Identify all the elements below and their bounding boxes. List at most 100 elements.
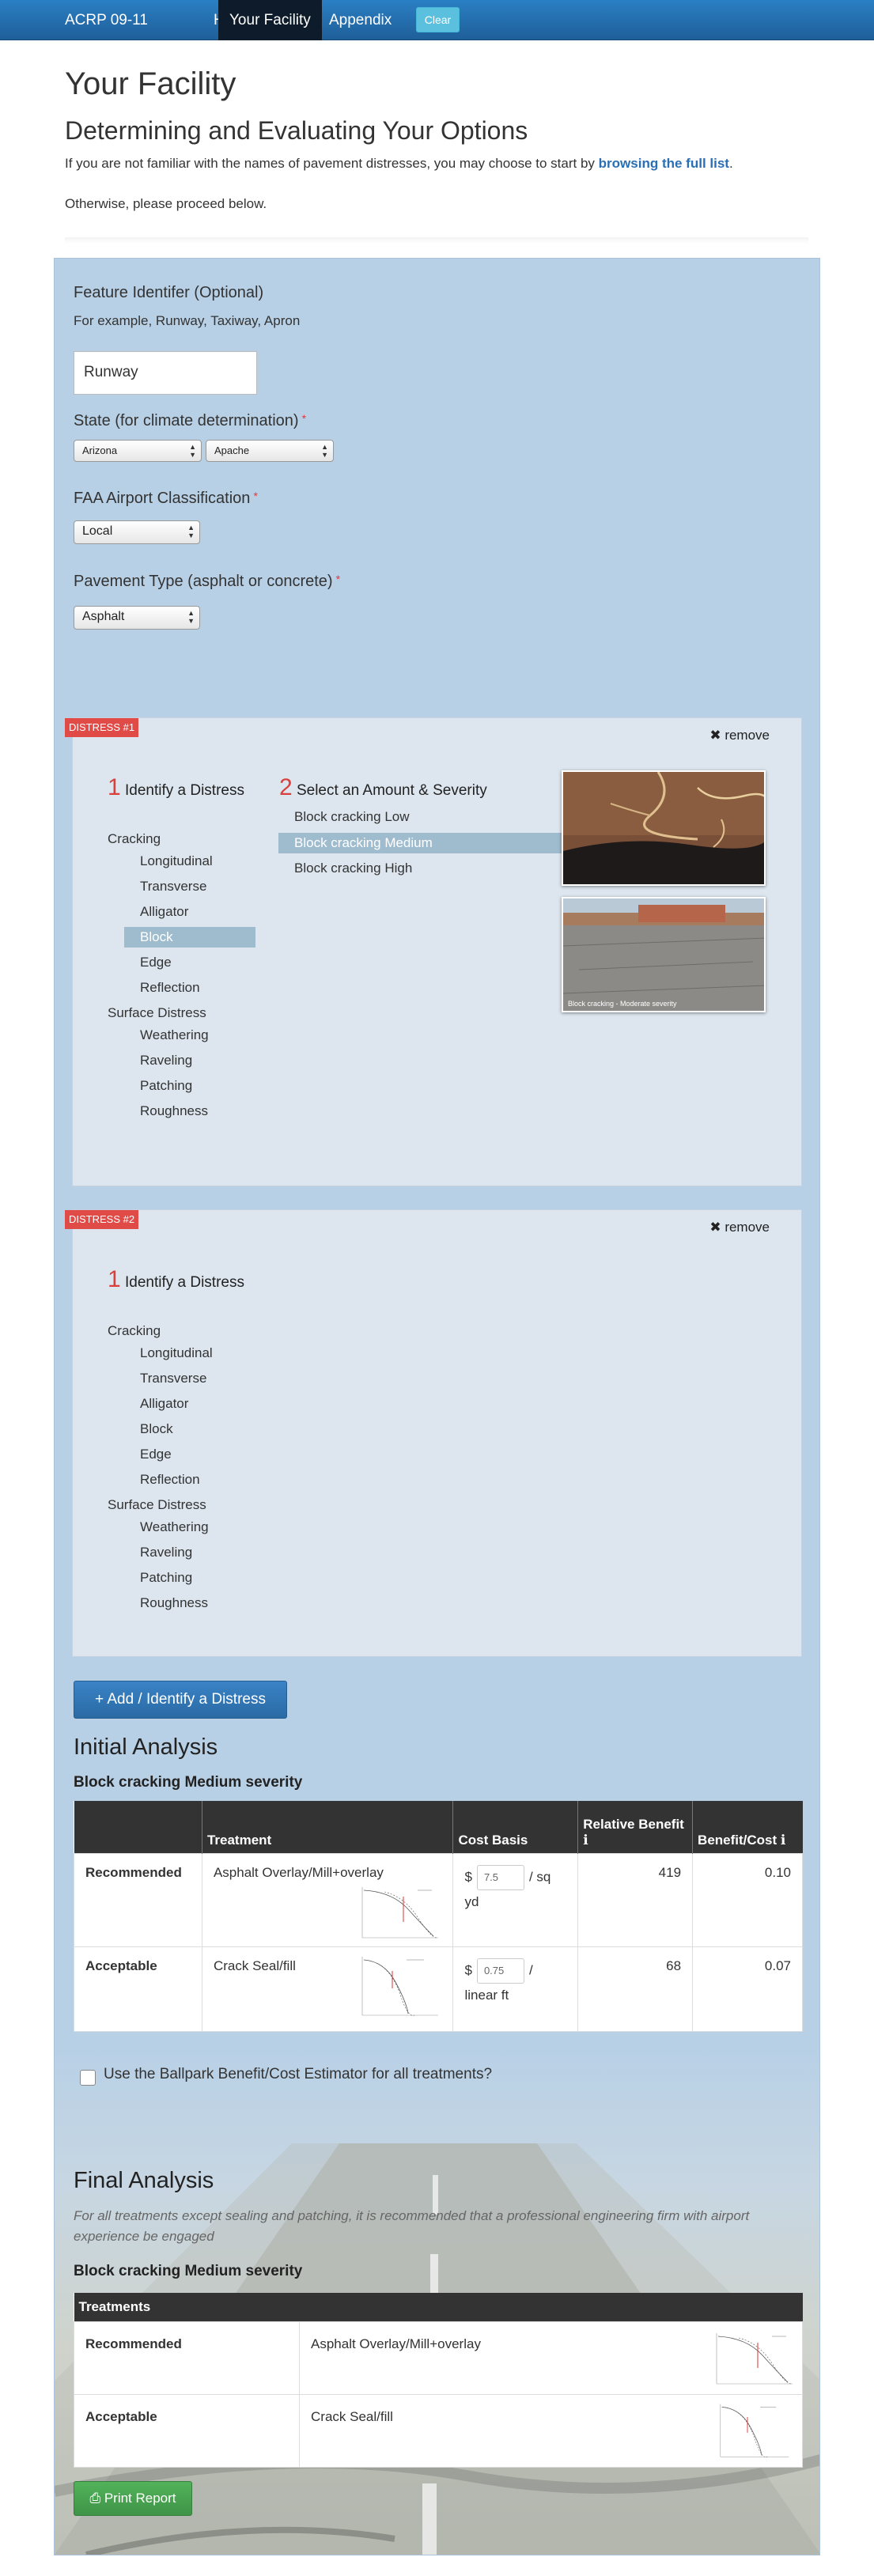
distress-raveling[interactable]: Raveling xyxy=(140,1542,192,1563)
row-level: Recommended xyxy=(74,1852,202,1947)
row-level: Acceptable xyxy=(74,1946,202,2032)
page-subtitle: Determining and Evaluating Your Options xyxy=(65,116,528,145)
table-row: Recommended Asphalt Overlay/Mill+overlay… xyxy=(74,1852,803,1947)
nav-your-facility[interactable]: Your Facility xyxy=(218,0,322,40)
faa-label: FAA Airport Classification * xyxy=(74,490,258,507)
browse-list-link[interactable]: browsing the full list xyxy=(599,156,729,171)
severity-high[interactable]: Block cracking High xyxy=(278,858,412,879)
county-select[interactable]: Apache ▲ ▼ xyxy=(206,440,334,462)
distress-reflection[interactable]: Reflection xyxy=(140,1470,200,1490)
cost-input[interactable]: 7.5 xyxy=(476,1864,524,1890)
final-analysis-table: Treatments Recommended Asphalt Overlay/M… xyxy=(74,2293,803,2468)
info-icon[interactable]: ℹ xyxy=(583,1833,588,1848)
severity-low[interactable]: Block cracking Low xyxy=(278,807,410,827)
distress-weathering[interactable]: Weathering xyxy=(140,1025,209,1046)
faa-select[interactable]: Local ▲ ▼ xyxy=(74,520,200,544)
col-header-level xyxy=(74,1801,202,1853)
divider xyxy=(65,237,808,244)
engineering-note: For all treatments except sealing and pa… xyxy=(74,2208,750,2244)
distress-patching[interactable]: Patching xyxy=(140,1076,192,1096)
required-mark: * xyxy=(301,412,307,425)
treatment-curve-chart[interactable] xyxy=(361,1955,440,2018)
close-icon: ✖ xyxy=(709,1220,721,1235)
category-cracking[interactable]: Cracking xyxy=(108,1321,161,1341)
row-ratio: 0.07 xyxy=(692,1946,803,2032)
photo-caption: Block cracking - Moderate severity xyxy=(568,1000,677,1008)
distress-roughness[interactable]: Roughness xyxy=(140,1593,208,1613)
close-icon: ✖ xyxy=(709,728,721,743)
remove-distress-button[interactable]: ✖ remove xyxy=(709,1220,770,1235)
category-cracking[interactable]: Cracking xyxy=(108,829,161,849)
final-analysis-title: Final Analysis xyxy=(74,2168,214,2193)
top-navbar: ACRP 09-11 Home Your Facility Appendix C… xyxy=(0,0,874,40)
distress-weathering[interactable]: Weathering xyxy=(140,1517,209,1538)
state-label: State (for climate determination) * xyxy=(74,412,307,429)
select-arrows-icon: ▲ ▼ xyxy=(189,443,196,459)
severity-medium[interactable]: Block cracking Medium xyxy=(278,833,585,853)
distress-alligator[interactable]: Alligator xyxy=(140,1394,188,1414)
nav-appendix[interactable]: Appendix xyxy=(318,0,403,40)
ballpark-label: Use the Ballpark Benefit/Cost Estimator … xyxy=(104,2066,493,2082)
category-surface-distress[interactable]: Surface Distress xyxy=(108,1003,206,1023)
row-cost: $0.75/ linear ft xyxy=(452,1946,579,2032)
distress-transverse[interactable]: Transverse xyxy=(140,876,206,897)
col-header-cost: Cost Basis xyxy=(452,1801,579,1853)
row-treatment: Crack Seal/fill xyxy=(201,1946,454,2032)
distress-block[interactable]: Block xyxy=(124,927,255,948)
page-title: Your Facility xyxy=(65,66,236,101)
select-arrows-icon: ▲ ▼ xyxy=(187,609,195,625)
distress-raveling[interactable]: Raveling xyxy=(140,1050,192,1071)
distress-edge[interactable]: Edge xyxy=(140,1444,172,1465)
distress-photo-wide[interactable]: Block cracking - Moderate severity xyxy=(562,897,766,1012)
treatment-curve-chart[interactable] xyxy=(715,2403,794,2460)
col-header-treatment: Treatment xyxy=(202,1801,454,1853)
treatment-curve-chart[interactable] xyxy=(361,1886,440,1941)
add-distress-button[interactable]: + Add / Identify a Distress xyxy=(74,1681,287,1719)
cost-input[interactable]: 0.75 xyxy=(476,1958,524,1984)
distress-longitudinal[interactable]: Longitudinal xyxy=(140,1343,213,1364)
distress-block[interactable]: Block xyxy=(140,1419,173,1439)
category-surface-distress[interactable]: Surface Distress xyxy=(108,1495,206,1515)
distress-longitudinal[interactable]: Longitudinal xyxy=(140,851,213,872)
proceed-text: Otherwise, please proceed below. xyxy=(65,196,267,211)
feature-input[interactable]: Runway xyxy=(74,351,257,395)
intro-text: If you are not familiar with the names o… xyxy=(65,156,733,171)
distress-patching[interactable]: Patching xyxy=(140,1568,192,1588)
required-mark: * xyxy=(253,490,258,502)
distress-transverse[interactable]: Transverse xyxy=(140,1368,206,1389)
table-row: Acceptable Crack Seal/fill $0.75/ linear… xyxy=(74,1946,803,2032)
remove-distress-button[interactable]: ✖ remove xyxy=(709,728,770,743)
distress-roughness[interactable]: Roughness xyxy=(140,1101,208,1122)
row-level: Acceptable xyxy=(74,2393,300,2468)
info-icon[interactable]: ℹ xyxy=(781,1833,785,1848)
distress-card-1: DISTRESS #1 ✖ remove 1 Identify a Distre… xyxy=(65,717,802,1186)
row-benefit: 68 xyxy=(577,1946,694,2032)
distress-photo-closeup[interactable] xyxy=(562,770,766,886)
row-cost: $7.5/ sq yd xyxy=(452,1852,579,1947)
col-header-benefit: Relative Benefit ℹ xyxy=(577,1801,694,1853)
distress-card-2: DISTRESS #2 ✖ remove 1 Identify a Distre… xyxy=(65,1209,802,1657)
pavement-select[interactable]: Asphalt ▲ ▼ xyxy=(74,606,200,630)
initial-analysis-subtitle: Block cracking Medium severity xyxy=(74,1774,303,1791)
row-ratio: 0.10 xyxy=(692,1852,803,1947)
nav-brand[interactable]: ACRP 09-11 xyxy=(54,0,159,40)
final-analysis-subtitle: Block cracking Medium severity xyxy=(74,2263,303,2279)
distress-reflection[interactable]: Reflection xyxy=(140,978,200,998)
distress-edge[interactable]: Edge xyxy=(140,952,172,973)
cracked-pavement-image xyxy=(563,772,764,884)
row-treatment: Crack Seal/fill xyxy=(299,2393,803,2468)
print-report-button[interactable]: ⎙ Print Report xyxy=(74,2481,192,2516)
feature-help: For example, Runway, Taxiway, Apron xyxy=(74,313,301,328)
distress-tag: DISTRESS #2 xyxy=(65,1210,139,1229)
airfield-image xyxy=(563,898,764,1011)
state-select[interactable]: Arizona ▲ ▼ xyxy=(74,440,202,462)
step1-heading: 1 Identify a Distress xyxy=(108,774,244,800)
ballpark-checkbox[interactable] xyxy=(80,2070,96,2086)
distress-alligator[interactable]: Alligator xyxy=(140,902,188,922)
distress-tag: DISTRESS #1 xyxy=(65,718,139,737)
required-mark: * xyxy=(335,573,341,585)
initial-analysis-table: Treatment Cost Basis Relative Benefit ℹ … xyxy=(74,1801,803,2032)
clear-button[interactable]: Clear xyxy=(416,7,460,32)
treatment-curve-chart[interactable] xyxy=(715,2332,794,2387)
printer-icon: ⎙ xyxy=(89,2491,101,2506)
